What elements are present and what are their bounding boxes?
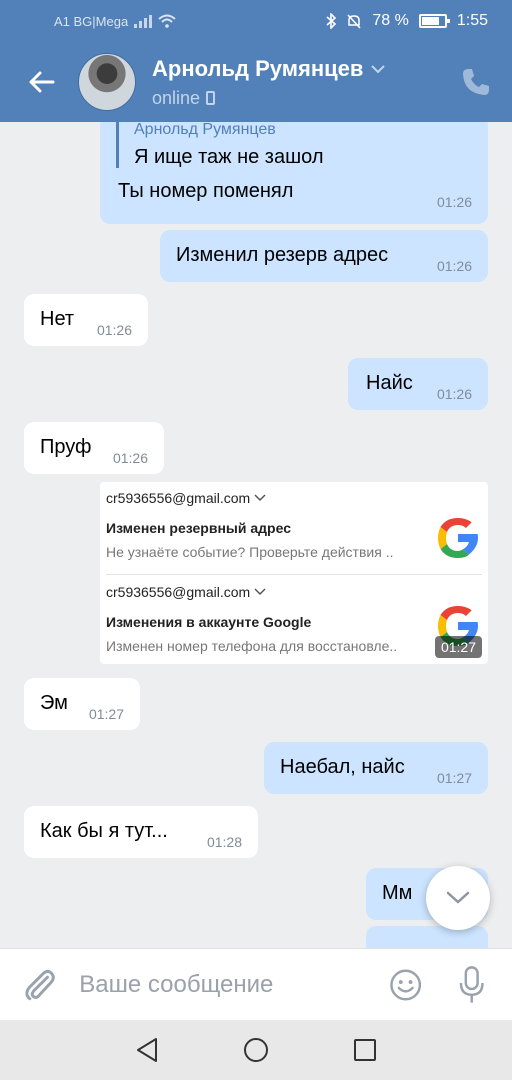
- message-bubble-incoming[interactable]: Эм 01:27: [24, 678, 140, 730]
- quote-text: Я ище таж не зашол: [134, 146, 324, 168]
- message-text: Нет: [40, 308, 75, 330]
- composer: [0, 948, 512, 1020]
- contact-status: online: [152, 87, 201, 108]
- message-bubble-outgoing[interactable]: Арнольд Румянцев Я ище таж не зашол Ты н…: [100, 122, 488, 224]
- status-right: 78 % 1:55: [326, 12, 488, 30]
- email-address-row: cr5936556@gmail.com: [106, 490, 266, 506]
- email-preview: Изменен номер телефона для восстановле..: [106, 638, 398, 654]
- message-bubble-incoming[interactable]: Как бы я тут... 01:28: [24, 806, 258, 858]
- message-text: Как бы я тут...: [40, 820, 168, 842]
- google-logo-icon: [438, 518, 478, 558]
- emoji-icon[interactable]: [389, 968, 422, 1002]
- mute-bell-icon: [347, 14, 361, 29]
- microphone-icon[interactable]: [457, 965, 486, 1005]
- attachment-time: 01:27: [434, 636, 482, 658]
- message-time: 01:27: [88, 706, 124, 722]
- wifi-icon: [158, 14, 176, 28]
- back-button[interactable]: [24, 65, 58, 99]
- message-text: Изменил резерв адрес: [176, 244, 389, 266]
- message-text: Эм: [40, 692, 68, 714]
- quote-author: Арнольд Румянцев: [134, 122, 276, 138]
- email-address-row: cr5936556@gmail.com: [106, 584, 266, 600]
- message-time: 01:26: [112, 450, 148, 466]
- divider: [106, 574, 482, 575]
- avatar[interactable]: [78, 53, 136, 111]
- email-address: cr5936556@gmail.com: [106, 584, 251, 600]
- message-text: Мм: [382, 882, 413, 904]
- contact-name-row: Арнольд Румянцев: [152, 55, 386, 82]
- message-bubble-outgoing[interactable]: Изменил резерв адрес 01:26: [160, 230, 488, 282]
- message-time: 01:27: [436, 770, 472, 786]
- email-subject: Изменен резервный адрес: [106, 520, 291, 536]
- status-left: A1 BG|Mega: [54, 14, 176, 29]
- message-time: 01:26: [436, 258, 472, 274]
- scroll-down-button[interactable]: [426, 866, 490, 930]
- phone-call-icon[interactable]: [460, 66, 492, 98]
- email-address: cr5936556@gmail.com: [106, 490, 251, 506]
- clock: 1:55: [456, 12, 488, 29]
- chevron-down-icon: [446, 891, 470, 904]
- chevron-down-icon: [371, 64, 386, 73]
- contact-name: Арнольд Румянцев: [152, 55, 364, 81]
- battery-percent: 78 %: [372, 12, 409, 29]
- quote-bar: [116, 122, 119, 168]
- bluetooth-icon: [326, 13, 337, 29]
- mobile-icon: [206, 91, 216, 105]
- message-bubble-incoming[interactable]: Нет 01:26: [24, 294, 148, 346]
- message-text: Ты номер поменял: [118, 180, 294, 202]
- battery-icon: [418, 14, 450, 28]
- message-input[interactable]: [79, 970, 390, 999]
- message-time: 01:26: [436, 386, 472, 402]
- message-time: 01:28: [206, 834, 242, 850]
- arrow-left-icon: [29, 71, 55, 93]
- paperclip-icon[interactable]: [20, 965, 59, 1005]
- message-bubble-outgoing[interactable]: Наебал, найс 01:27: [264, 742, 488, 794]
- message-text: Найс: [366, 372, 413, 394]
- message-bubble-outgoing[interactable]: [366, 926, 488, 948]
- contact-info[interactable]: Арнольд Румянцев online: [152, 55, 386, 109]
- email-notification-card: cr5936556@gmail.com Изменен резервный ад…: [100, 482, 488, 572]
- system-navigation-bar: [0, 1020, 512, 1080]
- image-attachment[interactable]: cr5936556@gmail.com Изменен резервный ад…: [100, 482, 488, 664]
- message-bubble-incoming[interactable]: Пруф 01:26: [24, 422, 164, 474]
- nav-back-icon[interactable]: [135, 1037, 159, 1063]
- message-bubble-outgoing[interactable]: Найс 01:26: [348, 358, 488, 410]
- email-subject: Изменения в аккаунте Google: [106, 614, 312, 630]
- carrier-label: A1 BG|Mega: [54, 13, 129, 29]
- nav-home-icon[interactable]: [243, 1037, 269, 1063]
- message-text: Пруф: [40, 436, 92, 458]
- status-bar: A1 BG|Mega 78 % 1:55: [0, 0, 512, 42]
- email-notification-card: cr5936556@gmail.com Изменения в аккаунте…: [100, 576, 488, 664]
- message-time: 01:26: [96, 322, 132, 338]
- chat-header: Арнольд Румянцев online: [0, 42, 512, 122]
- nav-recents-icon[interactable]: [353, 1038, 377, 1062]
- chevron-down-icon: [254, 494, 266, 502]
- signal-icon: [134, 14, 153, 28]
- email-preview: Не узнаёте событие? Проверьте действия .…: [106, 544, 394, 560]
- contact-status-row: online: [152, 88, 385, 109]
- top-bar: A1 BG|Mega 78 % 1:55 Арнольд Румянцев on…: [0, 0, 512, 122]
- message-text: Наебал, найс: [280, 756, 405, 778]
- chevron-down-icon: [254, 588, 266, 596]
- message-time: 01:26: [436, 194, 472, 210]
